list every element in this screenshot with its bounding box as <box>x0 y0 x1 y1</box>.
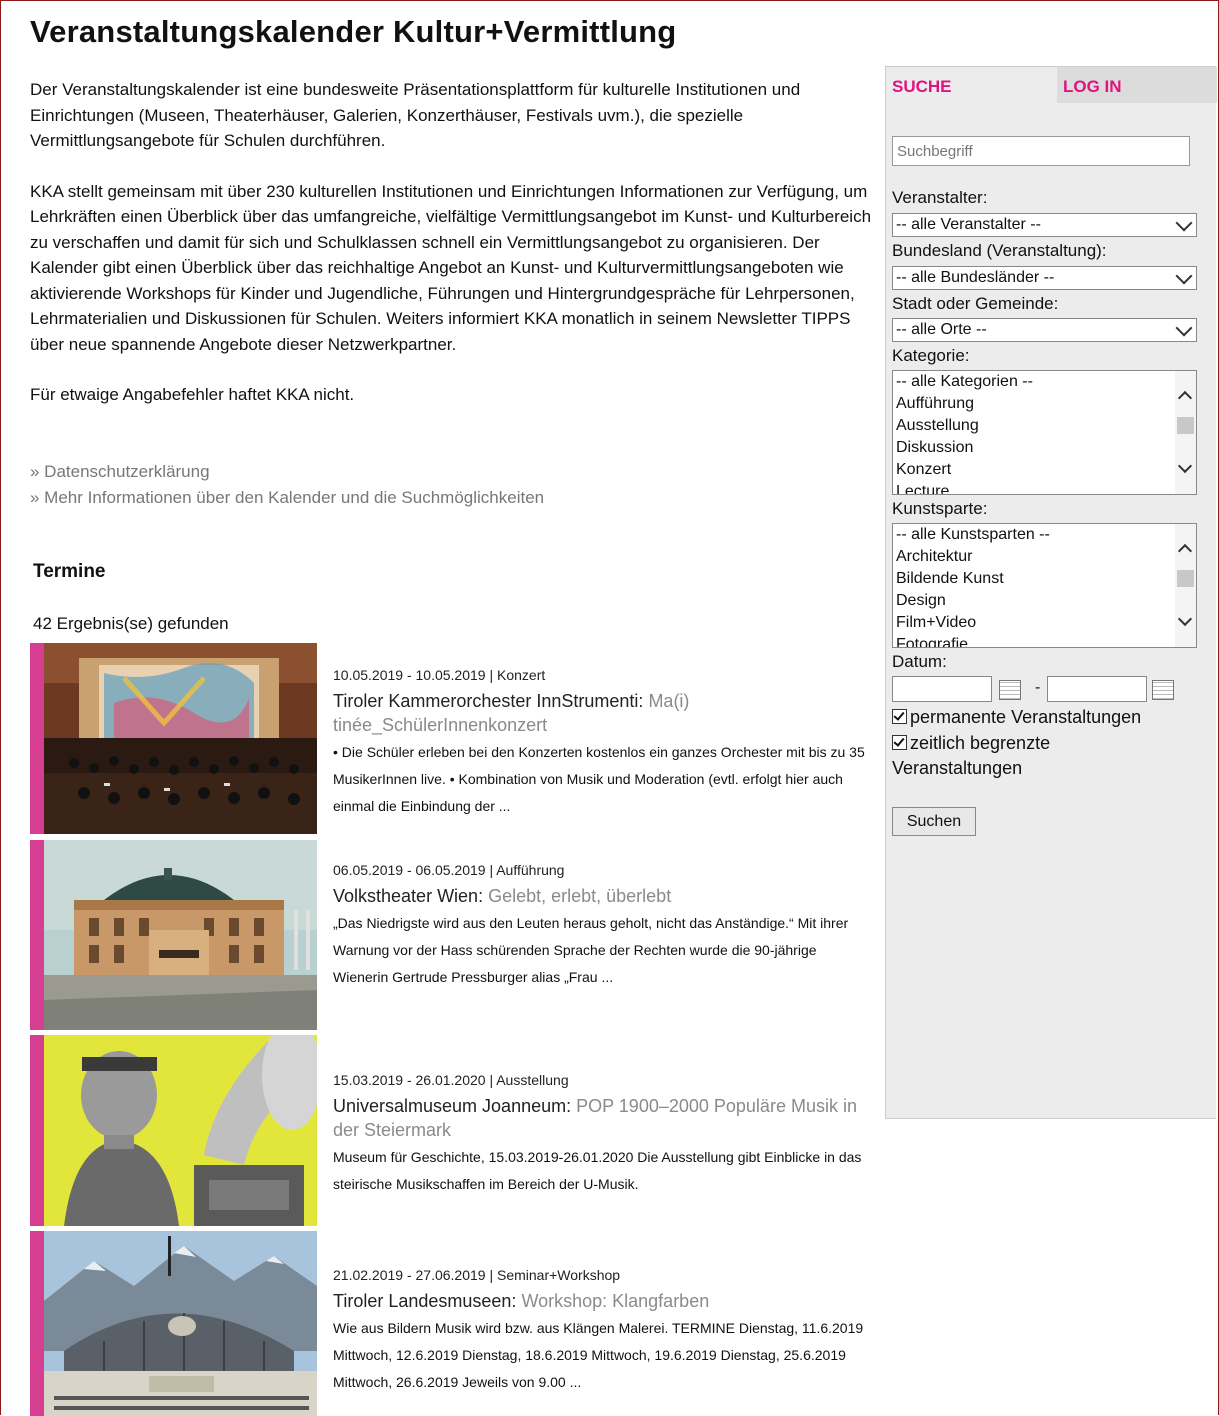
list-item[interactable]: Design <box>893 590 1196 612</box>
permanent-checkbox-row: permanente Veranstaltungen <box>892 705 1141 730</box>
list-item[interactable]: Fotografie <box>893 634 1196 647</box>
intro-text: Der Veranstaltungskalender ist eine bund… <box>30 77 875 433</box>
event-organizer: Tiroler Landesmuseen: <box>333 1291 522 1311</box>
event-subtitle: Gelebt, erlebt, überlebt <box>488 886 672 906</box>
calendar-icon[interactable] <box>999 680 1021 700</box>
event-item: 15.03.2019 - 26.01.2020 | Ausstellung Un… <box>30 1035 880 1226</box>
kategorie-list[interactable]: -- alle Kategorien -- Aufführung Ausstel… <box>892 370 1197 495</box>
category-bar <box>30 643 44 834</box>
datum-label: Datum: <box>892 652 947 671</box>
list-item[interactable]: Film+Video <box>893 612 1196 634</box>
chevron-up-icon[interactable] <box>1177 543 1193 559</box>
event-organizer: Universalmuseum Joanneum: <box>333 1096 577 1116</box>
event-title[interactable]: Tiroler Landesmuseen: Workshop: Klangfar… <box>333 1289 873 1313</box>
stadt-label: Stadt oder Gemeinde: <box>892 294 1059 313</box>
list-item[interactable]: Ausstellung <box>893 415 1196 437</box>
category-bar <box>30 1231 44 1416</box>
scrollbar[interactable] <box>1175 371 1196 494</box>
page-title: Veranstaltungskalender Kultur+Vermittlun… <box>30 14 677 49</box>
search-sidebar: SUCHE LOG IN Veranstalter: -- alle Veran… <box>885 66 1217 1119</box>
event-image-museum[interactable] <box>44 1231 317 1416</box>
chevron-up-icon[interactable] <box>1177 390 1193 406</box>
bundesland-select[interactable]: -- alle Bundesländer -- <box>892 266 1197 290</box>
event-title[interactable]: Volkstheater Wien: Gelebt, erlebt, überl… <box>333 884 873 908</box>
event-organizer: Tiroler Kammerorchester InnStrumenti: <box>333 691 649 711</box>
list-item[interactable]: Diskussion <box>893 437 1196 459</box>
date-to-input[interactable] <box>1047 676 1147 702</box>
list-item[interactable]: Bildende Kunst <box>893 568 1196 590</box>
list-item[interactable]: -- alle Kategorien -- <box>893 371 1196 393</box>
intro-paragraph-2: KKA stellt gemeinsam mit über 230 kultur… <box>30 181 872 354</box>
chevron-down-icon <box>1175 319 1193 337</box>
date-separator: - <box>1035 679 1041 696</box>
event-image-concert[interactable] <box>44 643 317 834</box>
event-title[interactable]: Tiroler Kammerorchester InnStrumenti: Ma… <box>333 689 873 737</box>
event-description: Wie aus Bildern Musik wird bzw. aus Klän… <box>333 1320 864 1390</box>
event-item: 10.05.2019 - 10.05.2019 | Konzert Tirole… <box>30 643 880 834</box>
kunstsparte-list[interactable]: -- alle Kunstsparten -- Architektur Bild… <box>892 523 1197 648</box>
more-info-link[interactable]: » Mehr Informationen über den Kalender u… <box>30 485 544 511</box>
event-meta: 06.05.2019 - 06.05.2019 | Aufführung <box>333 862 565 878</box>
list-item[interactable]: Aufführung <box>893 393 1196 415</box>
event-meta: 10.05.2019 - 10.05.2019 | Konzert <box>333 667 546 683</box>
section-title: Termine <box>33 561 106 582</box>
scrollbar[interactable] <box>1175 524 1196 647</box>
stadt-value: -- alle Orte -- <box>896 321 987 338</box>
kunstsparte-label: Kunstsparte: <box>892 499 988 518</box>
scrollbar-thumb[interactable] <box>1177 417 1194 434</box>
privacy-link[interactable]: » Datenschutzerklärung <box>30 459 544 485</box>
list-item[interactable]: -- alle Kunstsparten -- <box>893 524 1196 546</box>
sidebar-tabs: SUCHE LOG IN <box>886 67 1217 103</box>
tab-search[interactable]: SUCHE <box>886 67 1057 103</box>
chevron-down-icon[interactable] <box>1177 611 1193 627</box>
veranstalter-value: -- alle Veranstalter -- <box>896 216 1041 233</box>
limited-checkbox-row: zeitlich begrenzte Veranstaltungen <box>892 731 1050 781</box>
event-meta: 21.02.2019 - 27.06.2019 | Seminar+Worksh… <box>333 1267 621 1283</box>
permanent-checkbox[interactable] <box>892 709 907 724</box>
event-organizer: Volkstheater Wien: <box>333 886 489 906</box>
event-item: 06.05.2019 - 06.05.2019 | Aufführung Vol… <box>30 840 880 1030</box>
stadt-select[interactable]: -- alle Orte -- <box>892 318 1197 342</box>
event-meta: 15.03.2019 - 26.01.2020 | Ausstellung <box>333 1072 569 1088</box>
event-image-pop[interactable] <box>44 1035 317 1226</box>
chevron-down-icon <box>1175 267 1193 285</box>
scrollbar-thumb[interactable] <box>1177 570 1194 587</box>
event-title[interactable]: Universalmuseum Joanneum: POP 1900–2000 … <box>333 1094 873 1142</box>
list-item[interactable]: Konzert <box>893 459 1196 481</box>
event-description: • Die Schüler erleben bei den Konzerten … <box>333 744 865 814</box>
event-image-theater[interactable] <box>44 840 317 1030</box>
list-item[interactable]: Architektur <box>893 546 1196 568</box>
event-subtitle: Workshop: Klangfarben <box>521 1291 710 1311</box>
veranstalter-label: Veranstalter: <box>892 188 988 207</box>
limited-label: zeitlich begrenzte <box>910 733 1051 753</box>
event-description: „Das Niedrigste wird aus den Leuten hera… <box>333 915 849 985</box>
date-from-input[interactable] <box>892 676 992 702</box>
info-links: » Datenschutzerklärung » Mehr Informatio… <box>30 459 544 510</box>
veranstalter-select[interactable]: -- alle Veranstalter -- <box>892 213 1197 237</box>
search-button[interactable]: Suchen <box>892 807 976 836</box>
bundesland-value: -- alle Bundesländer -- <box>896 269 1055 286</box>
intro-paragraph-1: Der Veranstaltungskalender ist eine bund… <box>30 80 801 150</box>
tab-login[interactable]: LOG IN <box>1057 67 1217 103</box>
result-count: 42 Ergebnis(se) gefunden <box>33 614 229 633</box>
limited-label-cont: Veranstaltungen <box>892 758 1023 778</box>
event-description: Museum für Geschichte, 15.03.2019-26.01.… <box>333 1149 862 1192</box>
limited-checkbox[interactable] <box>892 735 907 750</box>
kategorie-label: Kategorie: <box>892 346 970 365</box>
category-bar <box>30 840 44 1030</box>
event-item: 21.02.2019 - 27.06.2019 | Seminar+Worksh… <box>30 1231 880 1416</box>
list-item[interactable]: Lecture <box>893 481 1196 494</box>
category-bar <box>30 1035 44 1226</box>
intro-paragraph-3: Für etwaige Angabefehler haftet KKA nich… <box>30 385 355 404</box>
search-input[interactable] <box>892 136 1190 166</box>
chevron-down-icon <box>1175 214 1193 232</box>
permanent-label: permanente Veranstaltungen <box>910 707 1142 727</box>
calendar-icon[interactable] <box>1152 680 1174 700</box>
bundesland-label: Bundesland (Veranstaltung): <box>892 241 1107 260</box>
chevron-down-icon[interactable] <box>1177 458 1193 474</box>
